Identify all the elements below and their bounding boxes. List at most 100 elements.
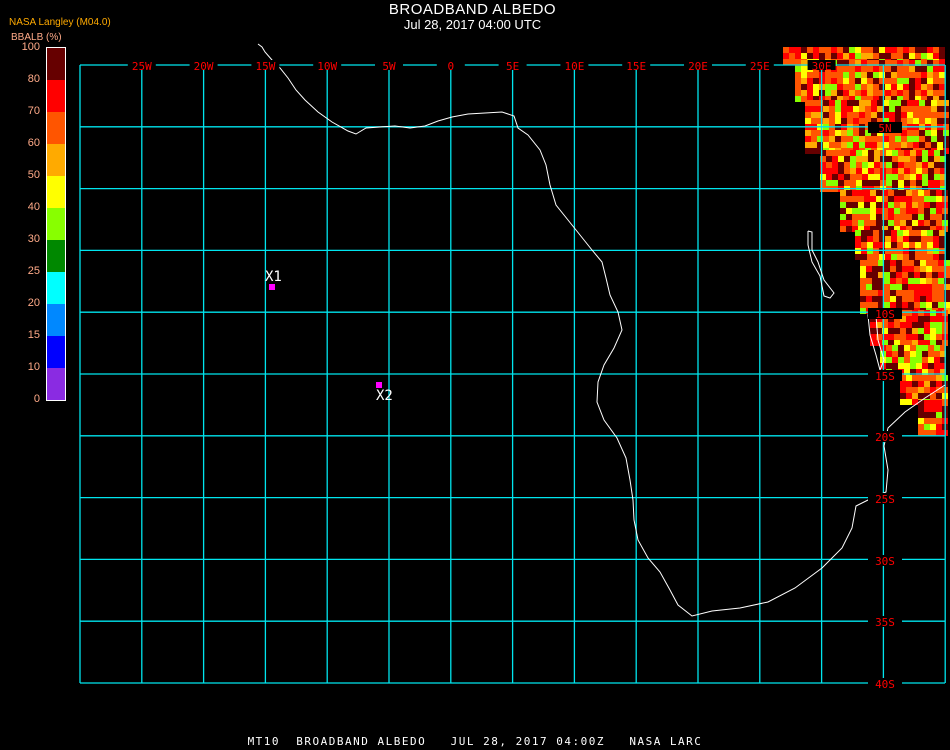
data-pixel	[915, 47, 921, 53]
data-pixel	[924, 412, 930, 418]
data-pixel	[906, 196, 912, 202]
data-pixel	[920, 296, 926, 302]
data-pixel	[889, 112, 895, 118]
data-pixel	[801, 47, 807, 53]
data-pixel	[825, 84, 831, 90]
data-pixel	[886, 180, 892, 186]
data-pixel	[912, 220, 918, 226]
data-pixel	[918, 393, 924, 399]
data-pixel	[910, 174, 916, 180]
data-pixel	[943, 118, 949, 124]
longitude-label: 25W	[132, 60, 152, 73]
data-pixel	[823, 106, 829, 112]
data-pixel	[930, 190, 936, 196]
data-pixel	[928, 180, 934, 186]
data-pixel	[859, 136, 865, 142]
data-pixel	[933, 47, 939, 53]
data-pixel	[903, 90, 909, 96]
data-pixel	[930, 375, 936, 381]
data-pixel	[807, 47, 813, 53]
data-pixel	[819, 47, 825, 53]
data-pixel	[936, 400, 942, 406]
data-pixel	[868, 150, 874, 156]
longitude-label: 5W	[382, 60, 396, 73]
longitude-label: 5E	[506, 60, 519, 73]
data-pixel	[933, 230, 939, 236]
data-pixel	[927, 47, 933, 53]
data-pixel	[927, 53, 933, 59]
data-pixel	[879, 84, 885, 90]
data-pixel	[876, 190, 882, 196]
data-pixel	[820, 162, 826, 168]
data-pixel	[873, 242, 879, 248]
data-pixel	[823, 112, 829, 118]
data-pixel	[888, 208, 894, 214]
data-pixel	[921, 236, 927, 242]
data-pixel	[811, 130, 817, 136]
data-pixel	[910, 168, 916, 174]
data-pixel	[876, 214, 882, 220]
data-pixel	[896, 290, 902, 296]
data-pixel	[898, 357, 904, 363]
data-pixel	[902, 284, 908, 290]
data-pixel	[918, 316, 924, 322]
data-pixel	[907, 112, 913, 118]
data-pixel	[934, 363, 940, 369]
data-pixel	[930, 214, 936, 220]
data-pixel	[909, 254, 915, 260]
data-pixel	[855, 236, 861, 242]
data-pixel	[865, 136, 871, 142]
data-pixel	[930, 196, 936, 202]
data-pixel	[898, 180, 904, 186]
latitude-label: 30S	[875, 555, 895, 568]
data-pixel	[866, 278, 872, 284]
data-pixel	[891, 47, 897, 53]
data-pixel	[872, 278, 878, 284]
data-pixel	[879, 66, 885, 72]
data-pixel	[908, 296, 914, 302]
data-pixel	[877, 112, 883, 118]
data-pixel	[939, 236, 945, 242]
data-pixel	[924, 381, 930, 387]
data-pixel	[892, 180, 898, 186]
data-pixel	[811, 112, 817, 118]
data-pixel	[879, 254, 885, 260]
data-pixel	[864, 220, 870, 226]
data-pixel	[922, 156, 928, 162]
data-pixel	[927, 72, 933, 78]
data-pixel	[885, 236, 891, 242]
data-pixel	[896, 260, 902, 266]
data-pixel	[832, 156, 838, 162]
data-pixel	[906, 220, 912, 226]
data-pixel	[855, 78, 861, 84]
data-pixel	[826, 150, 832, 156]
data-pixel	[835, 118, 841, 124]
data-pixel	[855, 66, 861, 72]
data-pixel	[840, 226, 846, 232]
data-pixel	[907, 118, 913, 124]
data-pixel	[910, 345, 916, 351]
data-pixel	[858, 196, 864, 202]
data-pixel	[795, 90, 801, 96]
data-pixel	[910, 180, 916, 186]
data-pixel	[829, 130, 835, 136]
data-pixel	[860, 290, 866, 296]
data-pixel	[838, 150, 844, 156]
data-pixel	[783, 53, 789, 59]
data-pixel	[876, 196, 882, 202]
data-pixel	[843, 66, 849, 72]
data-pixel	[904, 162, 910, 168]
data-pixel	[811, 142, 817, 148]
data-pixel	[894, 220, 900, 226]
data-pixel	[939, 66, 945, 72]
data-pixel	[924, 424, 930, 430]
data-pixel	[918, 322, 924, 328]
data-pixel	[860, 296, 866, 302]
data-pixel	[859, 106, 865, 112]
data-pixel	[832, 162, 838, 168]
data-pixel	[930, 202, 936, 208]
data-pixel	[874, 174, 880, 180]
data-pixel	[938, 284, 944, 290]
data-pixel	[936, 381, 942, 387]
data-pixel	[933, 84, 939, 90]
